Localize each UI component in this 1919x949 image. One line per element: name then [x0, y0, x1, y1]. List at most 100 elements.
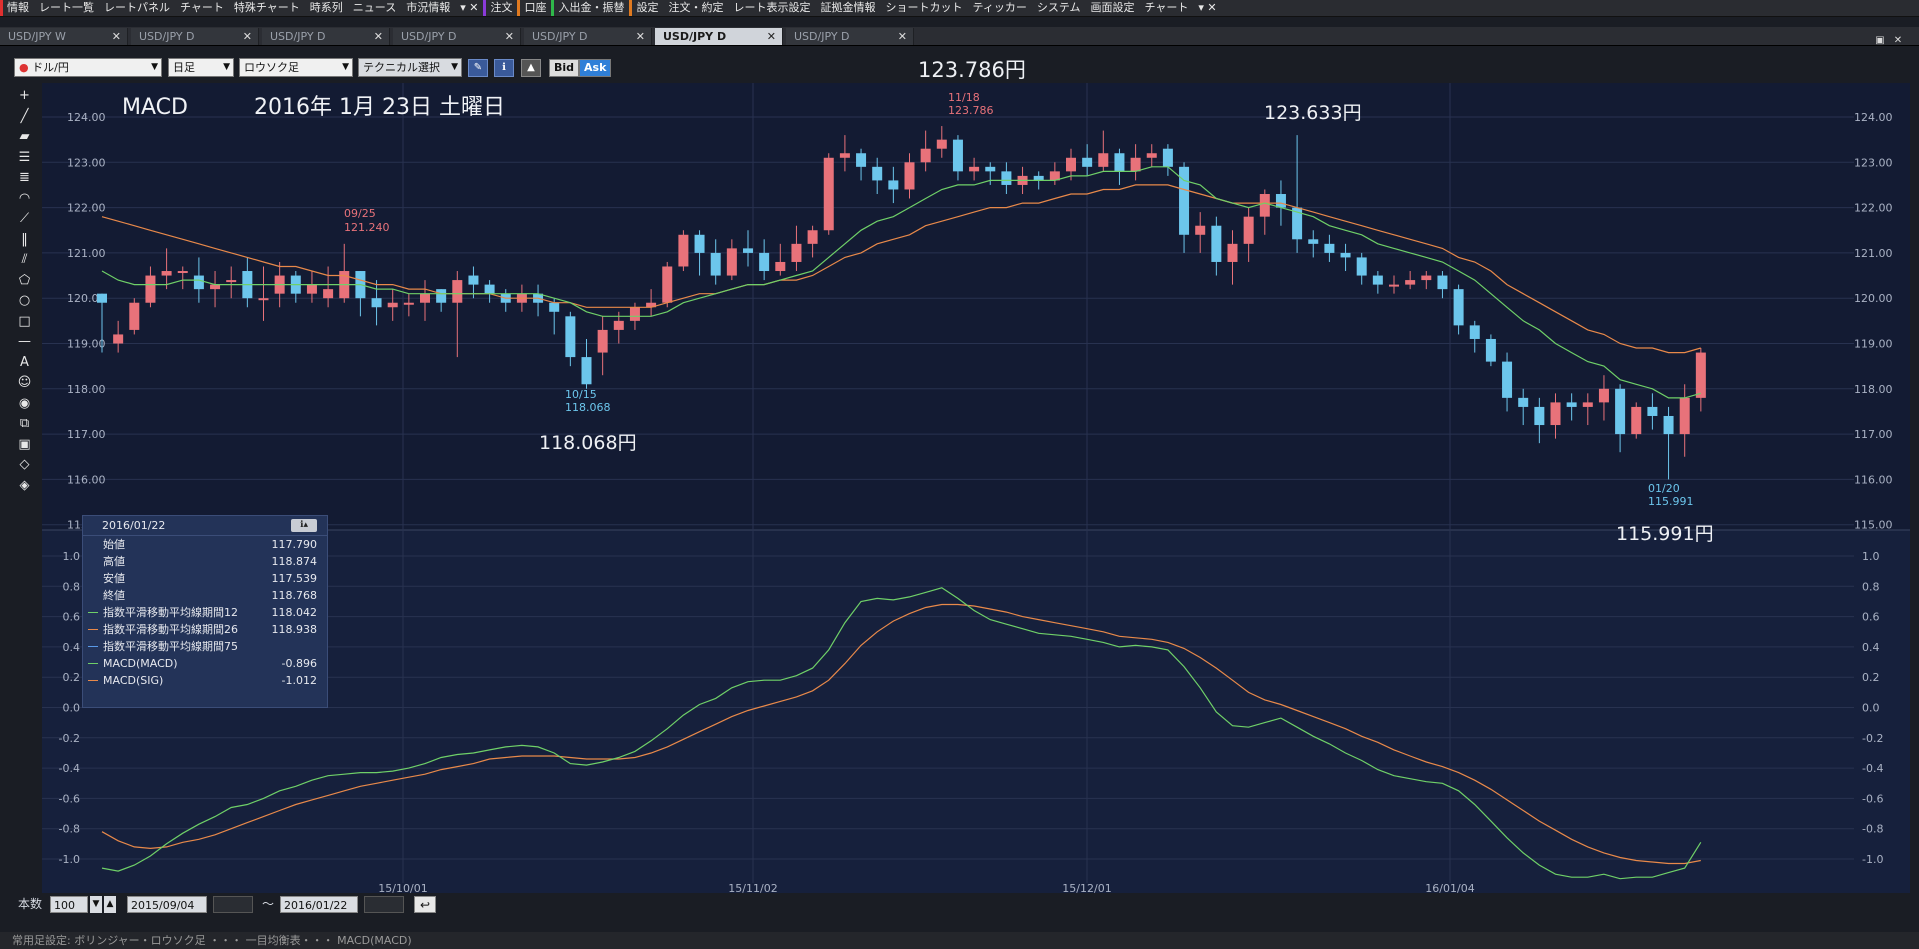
fan-icon[interactable]: ⟋: [14, 209, 35, 229]
bid-ask-toggle[interactable]: Bid Ask: [549, 59, 612, 77]
indicator-value: 117.790: [271, 538, 318, 551]
emoji-icon[interactable]: ☺: [14, 373, 35, 393]
menu-item-14[interactable]: レート表示設定: [728, 0, 815, 16]
eraser-icon[interactable]: ◇: [14, 455, 35, 475]
text-icon[interactable]: A: [14, 353, 35, 373]
menu-item-3[interactable]: チャート: [175, 0, 229, 16]
candle-body: [1033, 175, 1044, 181]
pair-select[interactable]: ● ドル/円 ▼: [14, 58, 162, 77]
copy-icon[interactable]: ⧉: [14, 414, 35, 434]
tab-close-icon[interactable]: ✕: [898, 28, 907, 45]
menu-item-6[interactable]: ニュース: [348, 0, 401, 16]
menu-item-12[interactable]: 設定: [629, 0, 663, 16]
menu-item-16[interactable]: ショートカット: [880, 0, 967, 16]
info-icon[interactable]: ℹ: [494, 59, 514, 77]
technical-select[interactable]: テクニカル選択 ▼: [358, 58, 462, 77]
candle-body: [1243, 216, 1254, 244]
tab-close-icon[interactable]: ✕: [374, 28, 383, 45]
series-color-swatch: [88, 629, 98, 630]
menu-item-0[interactable]: 情報: [0, 0, 34, 16]
menu-item-2[interactable]: レートパネル: [99, 0, 175, 16]
chart-area[interactable]: 124.00 124.00 123.00 123.00 122.00 122.00 121.…: [42, 83, 1910, 893]
ask-button[interactable]: Ask: [579, 59, 612, 77]
count-up-icon[interactable]: ▲: [104, 896, 116, 913]
macd-tick-right: 1.0: [1862, 550, 1880, 563]
cross-icon[interactable]: +: [14, 86, 35, 106]
menu-item-19[interactable]: 画面設定: [1086, 0, 1140, 16]
candle-body: [1566, 402, 1577, 407]
tab-3[interactable]: USD/JPY D ✕: [393, 28, 521, 45]
tab-close-icon[interactable]: ✕: [767, 28, 776, 45]
menu-item-5[interactable]: 時系列: [305, 0, 348, 16]
candle-body: [1631, 406, 1642, 435]
annotation-low2-date: 01/20: [1648, 482, 1680, 495]
count-dropdown-icon[interactable]: ▼: [90, 896, 102, 913]
erase-all-icon[interactable]: ◈: [14, 476, 35, 496]
price-tick-right: 120.00: [1854, 292, 1893, 305]
tab-2[interactable]: USD/JPY D ✕: [262, 28, 390, 45]
menu-item-18[interactable]: システム: [1032, 0, 1086, 16]
menu-item-20[interactable]: チャート: [1140, 0, 1194, 16]
end-time-input[interactable]: [364, 896, 404, 913]
bid-button[interactable]: Bid: [549, 59, 580, 77]
ruler-icon[interactable]: ▰: [14, 127, 35, 147]
tab-close-icon[interactable]: ✕: [636, 28, 645, 45]
candle-body: [597, 329, 608, 353]
menu-item-7[interactable]: 市況情報: [401, 0, 455, 16]
tab-close-icon[interactable]: ✕: [243, 28, 252, 45]
hline-icon[interactable]: —: [14, 332, 35, 352]
menu-item-17[interactable]: ティッカー: [967, 0, 1031, 16]
macd-tick-left: 0.8: [63, 580, 81, 593]
menu-item-11[interactable]: 入出金・振替: [551, 0, 629, 16]
hlines2-icon[interactable]: ≣: [14, 168, 35, 188]
menu-item-4[interactable]: 特殊チャート: [229, 0, 305, 16]
start-date-input[interactable]: 2015/09/04: [127, 896, 207, 913]
rect-icon[interactable]: □: [14, 312, 35, 332]
chart-date: 2016年 1月 23日 土曜日: [254, 95, 505, 120]
tab-close-icon[interactable]: ✕: [505, 28, 514, 45]
end-date-input[interactable]: 2016/01/22: [280, 896, 358, 913]
menu-item-9[interactable]: 注文: [483, 0, 517, 16]
candle-body: [484, 284, 495, 294]
candle-body: [920, 148, 931, 163]
vlines-icon[interactable]: ‖: [14, 230, 35, 250]
macd-tick-right: -0.2: [1862, 732, 1883, 745]
chart-style-icon[interactable]: ▲: [521, 59, 541, 77]
tab-label: USD/JPY D: [532, 30, 588, 43]
collapse-icon[interactable]: ℹ▴: [291, 519, 317, 532]
pentagon-icon[interactable]: ⬠: [14, 271, 35, 291]
start-time-input[interactable]: [213, 896, 253, 913]
menu-item-10[interactable]: 口座: [517, 0, 551, 16]
period-select[interactable]: 日足 ▼: [168, 58, 234, 77]
count-input[interactable]: 100: [50, 896, 88, 913]
chart-type-select[interactable]: ロウソク足 ▼: [239, 58, 353, 77]
hlines-icon[interactable]: ☰: [14, 148, 35, 168]
candle-body: [565, 316, 576, 358]
menu-item-13[interactable]: 注文・約定: [663, 0, 728, 16]
price-tick-right: 119.00: [1854, 338, 1893, 351]
layer-icon[interactable]: ▣: [14, 435, 35, 455]
menu-item-21[interactable]: ▾ ✕: [1193, 0, 1221, 16]
tab-6[interactable]: USD/JPY D ✕: [786, 28, 914, 45]
pitchfork-icon[interactable]: ⫽: [14, 250, 35, 270]
macd-tick-right: -1.0: [1862, 853, 1883, 866]
line-icon[interactable]: ╱: [14, 107, 35, 127]
series-color-swatch: [88, 612, 98, 613]
menu-item-1[interactable]: レート一覧: [34, 0, 99, 16]
eye-icon[interactable]: ◉: [14, 394, 35, 414]
tab-1[interactable]: USD/JPY D ✕: [131, 28, 259, 45]
macd-tick-right: -0.8: [1862, 823, 1883, 836]
tab-4[interactable]: USD/JPY D ✕: [524, 28, 652, 45]
menu-item-8[interactable]: ▾ ✕: [455, 0, 483, 16]
menu-item-15[interactable]: 証拠金情報: [815, 0, 880, 16]
reload-icon[interactable]: ↩: [414, 896, 436, 913]
arc-icon[interactable]: ◠: [14, 189, 35, 209]
restore-icon[interactable]: ▣: [1871, 33, 1889, 48]
tab-close-icon[interactable]: ✕: [112, 28, 121, 45]
tab-0[interactable]: USD/JPY W ✕: [0, 28, 128, 45]
close-icon[interactable]: ✕: [1889, 33, 1907, 48]
circle-icon[interactable]: ○: [14, 291, 35, 311]
tab-5[interactable]: USD/JPY D ✕: [655, 28, 783, 45]
chart-svg[interactable]: 124.00 124.00 123.00 123.00 122.00 122.00 121.…: [42, 83, 1910, 893]
pen-icon[interactable]: ✎: [468, 59, 488, 77]
